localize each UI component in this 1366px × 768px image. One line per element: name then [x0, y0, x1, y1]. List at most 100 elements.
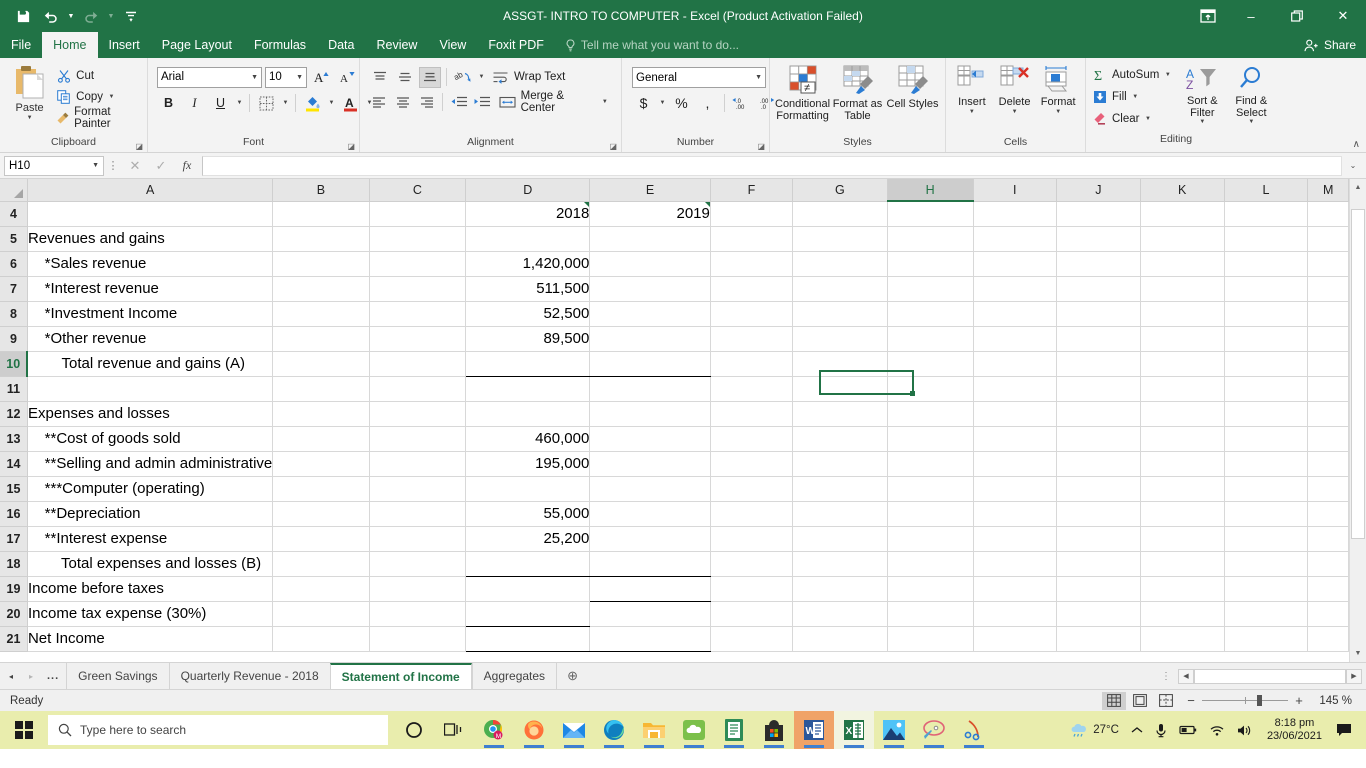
horizontal-scroll-thumb[interactable]: [1194, 669, 1346, 684]
cell-B12[interactable]: [273, 401, 369, 426]
worksheet-grid[interactable]: A B C D E F G H I J K L M 4201820195Reve…: [0, 179, 1349, 662]
cell-E4[interactable]: 2019: [590, 201, 711, 226]
scroll-down-button[interactable]: ▼: [1350, 645, 1366, 662]
cell-I17[interactable]: [973, 526, 1056, 551]
name-box-dropdown-icon[interactable]: ▼: [92, 162, 99, 169]
cell-H5[interactable]: [887, 226, 973, 251]
confirm-entry-button[interactable]: ✓: [148, 156, 174, 176]
notes-icon[interactable]: [714, 711, 754, 749]
row-header-4[interactable]: 4: [0, 201, 27, 226]
increase-indent-button[interactable]: [472, 92, 493, 113]
cell-E16[interactable]: [590, 501, 711, 526]
cell-E15[interactable]: [590, 476, 711, 501]
clear-button[interactable]: Clear ▼: [1090, 108, 1174, 129]
find-select-dropdown-icon[interactable]: ▼: [1247, 119, 1256, 125]
cell-L8[interactable]: [1224, 301, 1308, 326]
format-painter-button[interactable]: Format Painter: [54, 107, 142, 128]
cell-J16[interactable]: [1056, 501, 1140, 526]
vertical-scroll-thumb[interactable]: [1351, 209, 1365, 539]
cell-K10[interactable]: [1140, 351, 1224, 376]
cell-I19[interactable]: [973, 576, 1056, 601]
vertical-scrollbar[interactable]: ▲ ▼: [1349, 179, 1366, 662]
show-hidden-icons-button[interactable]: [1125, 725, 1149, 735]
cell-G15[interactable]: [792, 476, 887, 501]
taskbar-search[interactable]: Type here to search: [48, 715, 388, 745]
cell-J17[interactable]: [1056, 526, 1140, 551]
column-header-L[interactable]: L: [1224, 179, 1308, 201]
autosum-dropdown-icon[interactable]: ▼: [1163, 72, 1172, 78]
cell-L6[interactable]: [1224, 251, 1308, 276]
format-as-table-button[interactable]: Format as Table: [830, 63, 885, 124]
underline-dropdown-icon[interactable]: ▼: [235, 100, 244, 106]
row-header-5[interactable]: 5: [0, 226, 27, 251]
sort-filter-button[interactable]: A Z Sort & Filter ▼: [1178, 64, 1226, 127]
column-header-M[interactable]: M: [1308, 179, 1349, 201]
cell-B21[interactable]: [273, 626, 369, 651]
cell-D16[interactable]: 55,000: [466, 501, 590, 526]
cell-M9[interactable]: [1308, 326, 1349, 351]
cell-L11[interactable]: [1224, 376, 1308, 401]
next-sheet-button[interactable]: ▸: [24, 672, 38, 681]
cell-C5[interactable]: [369, 226, 466, 251]
cell-M16[interactable]: [1308, 501, 1349, 526]
cell-E10[interactable]: [590, 351, 711, 376]
formula-bar-grip[interactable]: ⋮: [106, 159, 120, 172]
cell-L14[interactable]: [1224, 451, 1308, 476]
cell-G6[interactable]: [792, 251, 887, 276]
battery-icon[interactable]: [1173, 724, 1203, 736]
cell-M17[interactable]: [1308, 526, 1349, 551]
cell-B17[interactable]: [273, 526, 369, 551]
paste-button[interactable]: Paste ▼: [5, 63, 54, 121]
cell-B11[interactable]: [273, 376, 369, 401]
cell-M15[interactable]: [1308, 476, 1349, 501]
cell-F19[interactable]: [710, 576, 792, 601]
comma-style-button[interactable]: ,: [696, 92, 719, 114]
edge-icon[interactable]: [594, 711, 634, 749]
cell-B19[interactable]: [273, 576, 369, 601]
cell-F21[interactable]: [710, 626, 792, 651]
cell-H19[interactable]: [887, 576, 973, 601]
cell-C9[interactable]: [369, 326, 466, 351]
cell-F9[interactable]: [710, 326, 792, 351]
cell-A19[interactable]: Income before taxes: [27, 576, 272, 601]
firefox-icon[interactable]: [514, 711, 554, 749]
increase-decimal-button[interactable]: .0.00: [730, 92, 753, 114]
cell-F13[interactable]: [710, 426, 792, 451]
photos-icon[interactable]: [874, 711, 914, 749]
decrease-indent-button[interactable]: [448, 92, 469, 113]
cell-D20[interactable]: [466, 601, 590, 626]
cell-C16[interactable]: [369, 501, 466, 526]
cell-I15[interactable]: [973, 476, 1056, 501]
cell-B15[interactable]: [273, 476, 369, 501]
cell-A9[interactable]: *Other revenue: [27, 326, 272, 351]
find-select-button[interactable]: Find & Select ▼: [1226, 64, 1276, 127]
cell-B14[interactable]: [273, 451, 369, 476]
cell-H7[interactable]: [887, 276, 973, 301]
cell-D5[interactable]: [466, 226, 590, 251]
cell-K5[interactable]: [1140, 226, 1224, 251]
column-header-B[interactable]: B: [273, 179, 369, 201]
tab-home[interactable]: Home: [42, 32, 97, 58]
start-button[interactable]: [0, 711, 48, 749]
cell-M18[interactable]: [1308, 551, 1349, 576]
cell-H15[interactable]: [887, 476, 973, 501]
cell-I6[interactable]: [973, 251, 1056, 276]
cell-G17[interactable]: [792, 526, 887, 551]
align-top-button[interactable]: [369, 67, 391, 88]
cell-B10[interactable]: [273, 351, 369, 376]
cell-I14[interactable]: [973, 451, 1056, 476]
row-header-14[interactable]: 14: [0, 451, 27, 476]
cell-E6[interactable]: [590, 251, 711, 276]
row-header-13[interactable]: 13: [0, 426, 27, 451]
cell-G11[interactable]: [792, 376, 887, 401]
merge-center-button[interactable]: Merge & Center ▼: [496, 91, 612, 113]
cell-D13[interactable]: 460,000: [466, 426, 590, 451]
cell-K12[interactable]: [1140, 401, 1224, 426]
cell-D21[interactable]: [466, 626, 590, 651]
cancel-entry-button[interactable]: ✕: [122, 156, 148, 176]
borders-button[interactable]: [255, 92, 278, 114]
cell-M19[interactable]: [1308, 576, 1349, 601]
cell-J6[interactable]: [1056, 251, 1140, 276]
cell-J20[interactable]: [1056, 601, 1140, 626]
column-header-H[interactable]: H: [887, 179, 973, 201]
